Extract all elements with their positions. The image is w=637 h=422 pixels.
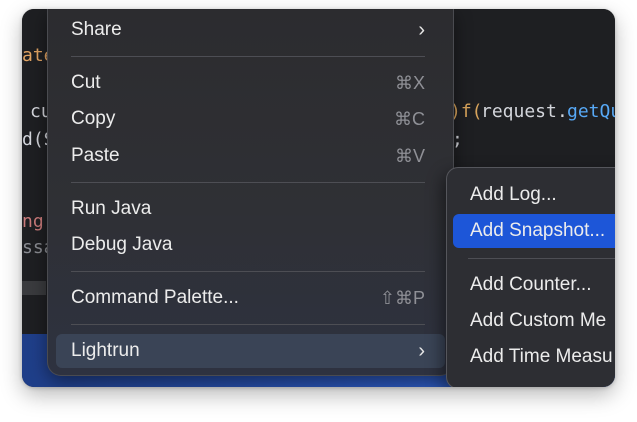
code-fragment: request	[481, 101, 557, 122]
shortcut-label: ⌘C	[394, 109, 425, 129]
code-fragment: ng	[22, 211, 44, 232]
chevron-right-icon: ›	[418, 19, 425, 41]
submenu-item-add-custom-metric[interactable]: Add Custom Me	[453, 304, 615, 338]
shortcut-label: ⌘V	[394, 146, 425, 166]
menu-separator	[71, 56, 425, 57]
submenu-item-add-time-measure[interactable]: Add Time Measu	[453, 340, 615, 374]
shortcut-label: ⇧⌘P	[379, 288, 425, 308]
menu-item-paste[interactable]: Paste ⌘V	[56, 139, 445, 173]
menu-item-lightrun[interactable]: Lightrun ›	[56, 334, 445, 368]
menu-item-copy[interactable]: Copy ⌘C	[56, 102, 445, 136]
submenu-item-label: Add Snapshot...	[470, 220, 606, 241]
submenu-item-label: Add Custom Me	[470, 310, 607, 331]
menu-separator	[71, 271, 425, 272]
menu-separator	[71, 324, 425, 325]
lightrun-submenu: Add Log... Add Snapshot... Add Counter..…	[446, 167, 615, 387]
menu-item-label: Lightrun	[71, 340, 140, 361]
menu-item-label: Cut	[71, 72, 101, 93]
menu-separator	[468, 258, 615, 259]
submenu-item-add-snapshot[interactable]: Add Snapshot...	[453, 214, 615, 248]
menu-item-label: Paste	[71, 145, 120, 166]
submenu-item-label: Add Counter...	[470, 274, 592, 295]
submenu-item-label: Add Log...	[470, 184, 557, 205]
submenu-item-label: Add Time Measu	[470, 346, 613, 367]
menu-item-command-palette[interactable]: Command Palette... ⇧⌘P	[56, 281, 445, 315]
shortcut-label: ⌘X	[394, 73, 425, 93]
menu-item-label: Debug Java	[71, 234, 173, 255]
horizontal-scrollbar[interactable]	[22, 281, 46, 295]
menu-item-run-java[interactable]: Run Java	[56, 192, 445, 226]
code-fragment: )f(	[450, 101, 483, 122]
menu-item-label: Run Java	[71, 198, 152, 219]
menu-item-label: Command Palette...	[71, 287, 239, 308]
app-window: ate cu d(S )f( request . getQu ; ng ssa …	[22, 9, 615, 387]
context-menu: Share › Cut ⌘X Copy ⌘C Paste ⌘V Run Java…	[47, 9, 454, 376]
code-fragment: getQu	[567, 101, 615, 122]
menu-item-debug-java[interactable]: Debug Java	[56, 228, 445, 262]
menu-item-share[interactable]: Share ›	[56, 13, 445, 47]
chevron-right-icon: ›	[418, 340, 425, 362]
menu-separator	[71, 182, 425, 183]
menu-item-label: Copy	[71, 108, 116, 129]
menu-item-label: Share	[71, 19, 122, 40]
submenu-item-add-counter[interactable]: Add Counter...	[453, 268, 615, 302]
menu-item-cut[interactable]: Cut ⌘X	[56, 66, 445, 100]
submenu-item-add-log[interactable]: Add Log...	[453, 178, 615, 212]
